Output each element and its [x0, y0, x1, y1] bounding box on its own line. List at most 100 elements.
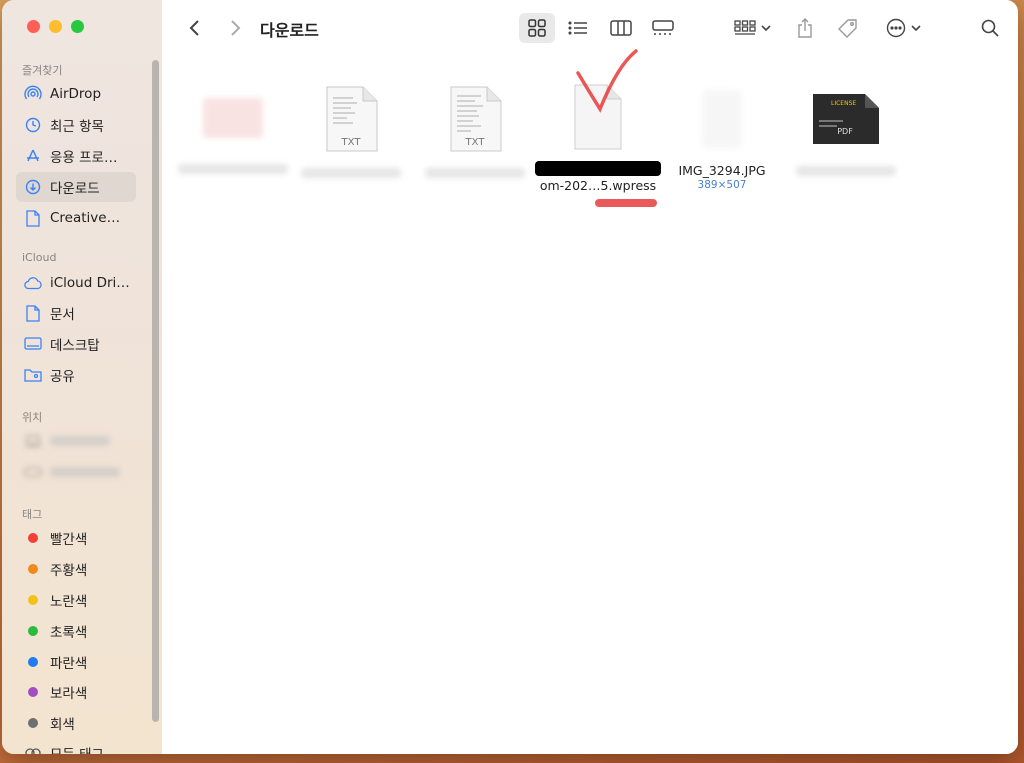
search-icon	[981, 19, 999, 37]
file-name-redacted	[178, 164, 288, 174]
tag-icon	[838, 19, 857, 38]
file-badge: PDF	[837, 127, 853, 136]
finder-window: 즐겨찾기 AirDrop 최근 항목 응용 프로… 다운로드 Creative……	[2, 0, 1018, 754]
sidebar-tag-blue[interactable]: 파란색	[16, 647, 136, 677]
sidebar-item-shared[interactable]: 공유	[16, 360, 136, 390]
tag-dot-icon	[24, 591, 42, 609]
sidebar-item-desktop[interactable]: 데스크탑	[16, 329, 136, 359]
share-icon	[798, 18, 812, 38]
file-thumbnail-icon	[203, 98, 263, 138]
sidebar: 즐겨찾기 AirDrop 최근 항목 응용 프로… 다운로드 Creative……	[2, 0, 163, 754]
file-item[interactable]: TXT	[288, 86, 414, 178]
sidebar-tag-gray[interactable]: 회색	[16, 708, 136, 738]
tags-header: 태그	[22, 508, 43, 521]
sidebar-scrollbar[interactable]	[152, 60, 159, 722]
sidebar-tag-orange[interactable]: 주황색	[16, 554, 136, 584]
document-icon	[24, 304, 42, 322]
file-item-pdf[interactable]: LICENSE PDF	[783, 92, 909, 176]
sidebar-all-tags[interactable]: 모든 태그…	[16, 738, 136, 754]
tag-button[interactable]	[833, 13, 863, 43]
file-item-jpg[interactable]: IMG_3294.JPG 389×507	[659, 90, 785, 191]
sidebar-item-label: 공유	[50, 369, 75, 385]
tag-dot-icon	[24, 529, 42, 547]
tag-dot-icon	[24, 653, 42, 671]
sidebar-item-downloads[interactable]: 다운로드	[16, 172, 136, 202]
all-tags-icon	[24, 744, 42, 754]
sidebar-tag-red[interactable]: 빨간색	[16, 523, 136, 553]
gallery-icon	[652, 20, 674, 35]
zoom-window-button[interactable]	[71, 20, 84, 33]
back-button[interactable]	[184, 16, 206, 40]
group-icon	[733, 20, 756, 35]
download-icon	[24, 178, 42, 196]
sidebar-item-label: 회색	[50, 717, 75, 733]
checkmark-annotation-icon	[576, 49, 638, 113]
group-by-button[interactable]	[729, 13, 775, 43]
shared-folder-icon	[24, 366, 42, 384]
sidebar-item-creative[interactable]: Creative…	[16, 203, 136, 233]
desktop-icon	[24, 335, 42, 353]
file-name: blog1.newmd.c.com om-202…5.wpress	[535, 160, 662, 194]
file-badge: TXT	[465, 137, 486, 148]
column-view-button[interactable]	[605, 13, 637, 43]
sidebar-item-label: 노란색	[50, 594, 88, 610]
file-name-line2: om-202…5.wpress	[539, 178, 657, 193]
sidebar-item-label: Creative…	[50, 210, 121, 226]
share-button[interactable]	[791, 13, 819, 43]
laptop-icon	[24, 432, 42, 450]
sidebar-item-location-computer[interactable]	[16, 426, 136, 456]
file-name-redacted	[425, 168, 525, 178]
sidebar-item-label: 문서	[50, 307, 75, 323]
chevron-left-icon	[189, 20, 199, 36]
sidebar-item-label: 최근 항목	[50, 119, 104, 135]
sidebar-item-recents[interactable]: 최근 항목	[16, 110, 136, 140]
sidebar-item-applications[interactable]: 응용 프로…	[16, 141, 136, 171]
sidebar-item-icloud-drive[interactable]: iCloud Dri…	[16, 268, 136, 298]
cloud-icon	[24, 274, 42, 292]
chevron-right-icon	[231, 20, 241, 36]
file-name: IMG_3294.JPG	[678, 163, 766, 178]
sidebar-item-airdrop[interactable]: AirDrop	[16, 79, 136, 109]
list-view-button[interactable]	[562, 13, 594, 43]
tag-dot-icon	[24, 622, 42, 640]
sidebar-item-label: 다운로드	[50, 181, 100, 197]
file-name-redacted	[301, 168, 401, 178]
ellipsis-circle-icon	[886, 18, 905, 38]
close-window-button[interactable]	[27, 20, 40, 33]
document-icon	[24, 209, 42, 227]
text-file-icon: TXT	[450, 86, 502, 152]
clock-icon	[24, 116, 42, 134]
sidebar-tag-purple[interactable]: 보라색	[16, 677, 136, 707]
sidebar-item-label: iCloud Dri…	[50, 275, 130, 291]
tag-dot-icon	[24, 560, 42, 578]
sidebar-item-label: 응용 프로…	[50, 150, 118, 166]
sidebar-item-documents[interactable]: 문서	[16, 298, 136, 328]
sidebar-item-location-disk[interactable]	[16, 457, 136, 487]
file-item[interactable]	[170, 88, 296, 174]
window-title: 다운로드	[260, 21, 319, 40]
locations-header: 위치	[22, 411, 43, 424]
sidebar-tag-green[interactable]: 초록색	[16, 616, 136, 646]
icon-view-button[interactable]	[519, 13, 555, 43]
text-file-icon: TXT	[326, 86, 378, 152]
search-button[interactable]	[975, 13, 1005, 43]
underline-annotation	[595, 199, 657, 207]
file-item[interactable]: TXT	[412, 86, 538, 178]
sidebar-tag-yellow[interactable]: 노란색	[16, 585, 136, 615]
file-dimensions: 389×507	[697, 179, 747, 191]
gallery-view-button[interactable]	[647, 13, 679, 43]
disk-icon	[24, 463, 42, 481]
icloud-header: iCloud	[22, 251, 57, 264]
grid-icon	[528, 19, 546, 37]
sidebar-item-label: 보라색	[50, 686, 88, 702]
sidebar-item-label: 빨간색	[50, 532, 88, 548]
forward-button[interactable]	[224, 16, 246, 40]
sidebar-item-label: 파란색	[50, 656, 88, 672]
file-badge: TXT	[341, 137, 362, 148]
chevron-down-icon	[760, 25, 771, 32]
minimize-window-button[interactable]	[49, 20, 62, 33]
list-icon	[568, 21, 587, 35]
more-actions-button[interactable]	[881, 13, 925, 43]
sidebar-item-label: 주황색	[50, 563, 88, 579]
file-name-redacted	[796, 166, 896, 176]
